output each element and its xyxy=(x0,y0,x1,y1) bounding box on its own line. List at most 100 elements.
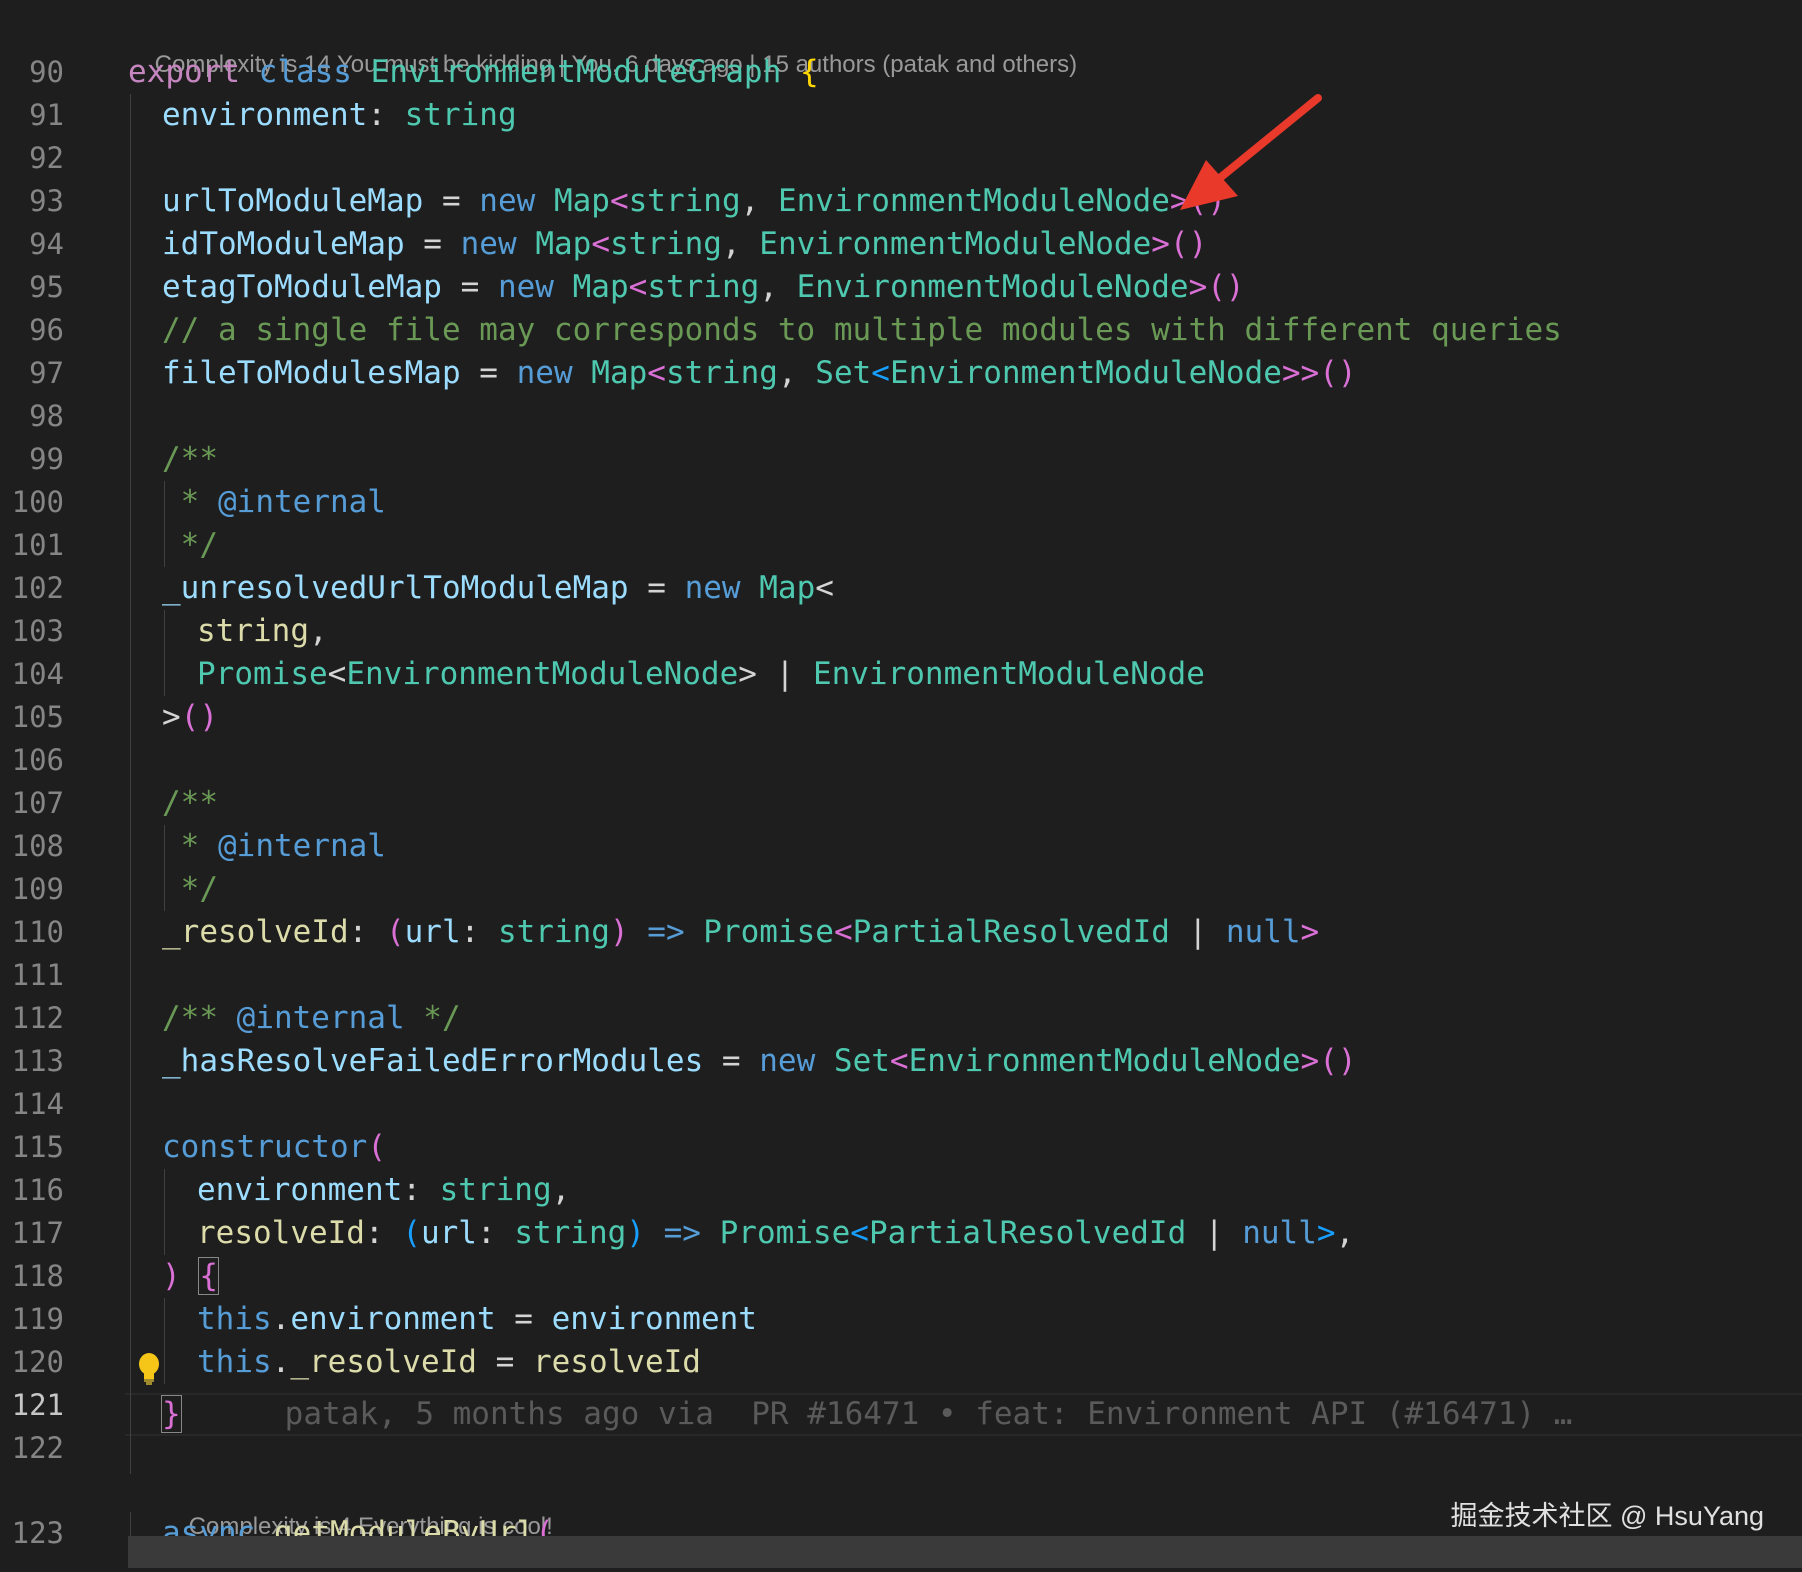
token-operator: = xyxy=(441,269,498,305)
horizontal-scrollbar[interactable] xyxy=(128,1536,1802,1568)
token-property: idToModuleMap xyxy=(162,226,405,262)
token-operator: = xyxy=(476,1344,533,1380)
indent-guide xyxy=(164,1169,165,1255)
code-line-107[interactable]: /** xyxy=(162,782,218,825)
code-line-104[interactable]: Promise<EnvironmentModuleNode> | Environ… xyxy=(197,653,1205,696)
token-bracket: > xyxy=(1316,1215,1336,1251)
token-keyword: new xyxy=(460,226,517,262)
code-line-105[interactable]: >() xyxy=(162,696,218,739)
code-line-116[interactable]: environment: string, xyxy=(197,1169,570,1212)
token-type: Map xyxy=(591,355,648,391)
token-bracket: () xyxy=(1319,355,1357,391)
token-jsdoc-tag: @internal xyxy=(236,1000,405,1036)
token-operator: = xyxy=(460,355,517,391)
token-type: Map xyxy=(553,183,610,219)
token-bracket: < xyxy=(871,355,890,391)
line-number: 96 xyxy=(29,313,64,347)
lightbulb-icon-svg xyxy=(139,1353,159,1385)
line-number: 90 xyxy=(29,55,64,89)
line-number: 94 xyxy=(29,227,64,261)
token-punct: , xyxy=(308,613,328,649)
token-bracket: < xyxy=(327,656,347,692)
token-punct: : xyxy=(364,1215,403,1251)
token-parameter: url xyxy=(404,914,461,950)
line-number: 111 xyxy=(11,958,64,992)
line-number: 92 xyxy=(29,141,64,175)
token-bracket: ) xyxy=(626,1215,645,1251)
code-line-115[interactable]: constructor( xyxy=(162,1126,386,1169)
token-class-name: EnvironmentModuleGraph xyxy=(370,54,782,90)
line-number: 95 xyxy=(29,270,64,304)
token-property: _unresolvedUrlToModuleMap xyxy=(162,570,629,606)
token-operator: = xyxy=(404,226,461,262)
token-punct: , xyxy=(740,183,778,219)
token-type: PartialResolvedId xyxy=(868,1215,1187,1251)
code-line-95[interactable]: etagToModuleMap = new Map<string, Enviro… xyxy=(162,266,1245,309)
token-type: EnvironmentModuleNode xyxy=(777,183,1170,219)
code-line-118[interactable]: ) { xyxy=(162,1255,219,1298)
line-number: 123 xyxy=(11,1516,64,1550)
token-operator: | xyxy=(1186,1215,1243,1251)
code-line-121[interactable]: } patak, 5 months ago via PR #16471 • fea… xyxy=(161,1393,1573,1436)
token-type: string xyxy=(197,613,309,649)
code-line-101[interactable]: */ xyxy=(162,524,218,567)
token-keyword: new xyxy=(684,570,741,606)
token-comment: /** xyxy=(162,1000,237,1036)
line-number: 120 xyxy=(11,1345,64,1379)
token-bracket: ) xyxy=(609,914,629,950)
code-line-117[interactable]: resolveId: (url: string) => Promise<Part… xyxy=(197,1212,1354,1255)
token-property: fileToModulesMap xyxy=(162,355,461,391)
code-line-94[interactable]: idToModuleMap = new Map<string, Environm… xyxy=(162,223,1207,266)
token-keyword: constructor xyxy=(162,1129,368,1165)
code-line-100[interactable]: * @internal xyxy=(162,481,386,524)
code-line-91[interactable]: environment: string xyxy=(162,94,517,137)
line-number: 105 xyxy=(11,700,64,734)
token-type: string xyxy=(647,269,760,305)
token-type: Promise xyxy=(703,914,834,950)
code-line-113[interactable]: _hasResolveFailedErrorModules = new Set<… xyxy=(162,1040,1357,1083)
token-punct: . xyxy=(271,1344,291,1380)
token-bracket: < xyxy=(591,226,610,262)
lightbulb-icon[interactable] xyxy=(136,1352,162,1386)
token-bracket: < xyxy=(815,570,834,606)
token-operator: = xyxy=(628,570,685,606)
token-variable: resolveId xyxy=(532,1344,701,1380)
code-line-103[interactable]: string, xyxy=(197,610,328,653)
token-type: Promise xyxy=(719,1215,851,1251)
token-type: Set xyxy=(815,355,872,391)
code-line-96[interactable]: // a single file may corresponds to mult… xyxy=(162,309,1562,352)
code-line-120[interactable]: this._resolveId = resolveId xyxy=(197,1341,701,1384)
token-bracket: < xyxy=(628,269,648,305)
token-bracket: ( xyxy=(385,914,405,950)
token-comment: */ xyxy=(404,1000,461,1036)
code-line-110[interactable]: _resolveId: (url: string) => Promise<Par… xyxy=(162,911,1319,954)
token-punct: , xyxy=(721,226,760,262)
code-line-97[interactable]: fileToModulesMap = new Map<string, Set<E… xyxy=(162,352,1357,395)
code-line-99[interactable]: /** xyxy=(162,438,218,481)
code-editor[interactable]: 90 91 92 93 94 95 96 97 98 99 100 101 10… xyxy=(0,0,1802,1568)
code-line-108[interactable]: * @internal xyxy=(162,825,386,868)
code-line-90[interactable]: export class EnvironmentModuleGraph { xyxy=(128,51,819,94)
token-type: string xyxy=(628,183,741,219)
token-parameter: url xyxy=(420,1215,477,1251)
code-line-112[interactable]: /** @internal */ xyxy=(162,997,461,1040)
watermark: 掘金技术社区 @ HsuYang xyxy=(1450,1501,1764,1531)
token-jsdoc-tag: @internal xyxy=(218,828,386,864)
code-line-109[interactable]: */ xyxy=(162,868,218,911)
inline-git-blame[interactable]: patak, 5 months ago via PR #16471 • feat… xyxy=(285,1396,1573,1432)
token-punct: : xyxy=(348,914,386,950)
token-bracket: () xyxy=(1169,226,1208,262)
token-comment: * xyxy=(162,828,218,864)
line-number: 115 xyxy=(11,1130,64,1164)
code-line-102[interactable]: _unresolvedUrlToModuleMap = new Map< xyxy=(162,567,834,610)
token-type: Promise xyxy=(197,656,328,692)
line-number: 108 xyxy=(11,829,64,863)
code-line-119[interactable]: this.environment = environment xyxy=(197,1298,757,1341)
code-line-93[interactable]: urlToModuleMap = new Map<string, Environ… xyxy=(162,180,1226,223)
token-type: string xyxy=(514,1215,627,1251)
token-bracket: < xyxy=(850,1215,869,1251)
token-property: environment xyxy=(162,97,368,133)
